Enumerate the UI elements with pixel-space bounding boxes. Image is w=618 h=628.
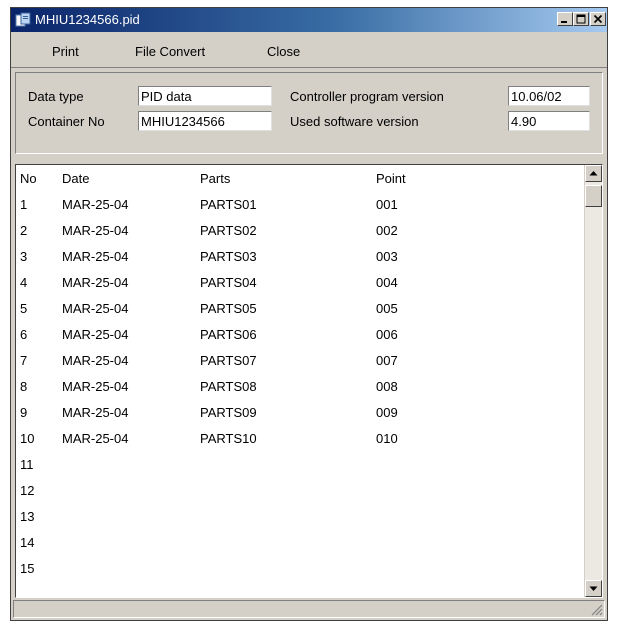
scroll-thumb[interactable] <box>585 185 602 207</box>
arrow-down-icon <box>589 586 598 591</box>
resize-grip-icon[interactable] <box>589 602 603 616</box>
status-bar <box>13 600 605 618</box>
row-no: 14 <box>20 535 35 550</box>
row-date: MAR-25-04 <box>62 379 129 394</box>
list-header: No Date Parts Point <box>16 171 586 191</box>
app-document-icon <box>15 12 31 27</box>
controller-version-label: Controller program version <box>290 89 444 104</box>
row-parts: PARTS07 <box>200 353 257 368</box>
row-point: 001 <box>376 197 398 212</box>
software-version-label: Used software version <box>290 114 419 129</box>
column-header-point[interactable]: Point <box>376 171 406 186</box>
list-rows: 1 MAR-25-04 PARTS01 001 2 MAR-25-04 PARTS02 002… <box>16 197 586 587</box>
row-parts: PARTS06 <box>200 327 257 342</box>
row-no: 12 <box>20 483 35 498</box>
row-no: 5 <box>20 301 28 316</box>
row-no: 1 <box>20 197 28 212</box>
menu-file-convert[interactable]: File Convert <box>135 44 205 59</box>
row-no: 11 <box>20 457 34 472</box>
row-parts: PARTS08 <box>200 379 257 394</box>
column-header-date[interactable]: Date <box>62 171 89 186</box>
table-row[interactable]: 5 MAR-25-04 PARTS05 005 <box>16 301 586 327</box>
table-row[interactable]: 8 MAR-25-04 PARTS08 008 <box>16 379 586 405</box>
data-type-label: Data type <box>28 89 84 104</box>
row-date: MAR-25-04 <box>62 327 129 342</box>
minimize-icon <box>561 21 567 23</box>
pid-viewer-window: MHIU1234566.pid Print File Convert Close… <box>10 7 608 621</box>
vertical-scrollbar[interactable] <box>584 165 602 597</box>
row-point: 006 <box>376 327 398 342</box>
window-title: MHIU1234566.pid <box>35 12 140 27</box>
row-point: 010 <box>376 431 398 446</box>
row-no: 13 <box>20 509 35 524</box>
menu-print[interactable]: Print <box>52 44 79 59</box>
row-parts: PARTS10 <box>200 431 257 446</box>
close-button[interactable] <box>590 12 606 26</box>
row-no: 4 <box>20 275 28 290</box>
maximize-button[interactable] <box>573 12 589 26</box>
row-parts: PARTS03 <box>200 249 257 264</box>
scroll-down-button[interactable] <box>585 580 602 597</box>
table-row[interactable]: 13 <box>16 509 586 535</box>
table-row[interactable]: 3 MAR-25-04 PARTS03 003 <box>16 249 586 275</box>
table-row[interactable]: 9 MAR-25-04 PARTS09 009 <box>16 405 586 431</box>
table-row[interactable]: 1 MAR-25-04 PARTS01 001 <box>16 197 586 223</box>
table-row[interactable]: 11 <box>16 457 586 483</box>
row-no: 2 <box>20 223 28 238</box>
title-bar[interactable]: MHIU1234566.pid <box>11 8 607 32</box>
row-date: MAR-25-04 <box>62 223 129 238</box>
row-point: 002 <box>376 223 398 238</box>
row-point: 009 <box>376 405 398 420</box>
row-parts: PARTS02 <box>200 223 257 238</box>
table-row[interactable]: 7 MAR-25-04 PARTS07 007 <box>16 353 586 379</box>
table-row[interactable]: 10 MAR-25-04 PARTS10 010 <box>16 431 586 457</box>
row-date: MAR-25-04 <box>62 301 129 316</box>
row-date: MAR-25-04 <box>62 431 129 446</box>
menu-bar: Print File Convert Close <box>11 32 607 68</box>
table-row[interactable]: 15 <box>16 561 586 587</box>
table-row[interactable]: 12 <box>16 483 586 509</box>
row-date: MAR-25-04 <box>62 249 129 264</box>
arrow-up-icon <box>589 171 598 176</box>
row-no: 15 <box>20 561 35 576</box>
table-row[interactable]: 14 <box>16 535 586 561</box>
table-row[interactable]: 6 MAR-25-04 PARTS06 006 <box>16 327 586 353</box>
row-point: 004 <box>376 275 398 290</box>
data-type-field[interactable]: PID data <box>138 86 272 106</box>
scroll-up-button[interactable] <box>585 165 602 182</box>
column-header-no[interactable]: No <box>20 171 37 186</box>
controller-version-field[interactable]: 10.06/02 <box>508 86 590 106</box>
row-no: 6 <box>20 327 28 342</box>
row-parts: PARTS09 <box>200 405 257 420</box>
row-parts: PARTS05 <box>200 301 257 316</box>
table-row[interactable]: 4 MAR-25-04 PARTS04 004 <box>16 275 586 301</box>
row-date: MAR-25-04 <box>62 197 129 212</box>
menu-close[interactable]: Close <box>267 44 300 59</box>
row-date: MAR-25-04 <box>62 405 129 420</box>
parts-list[interactable]: No Date Parts Point 1 MAR-25-04 PARTS01 001… <box>15 164 603 598</box>
maximize-icon <box>576 14 586 24</box>
row-parts: PARTS01 <box>200 197 257 212</box>
row-no: 9 <box>20 405 28 420</box>
row-no: 3 <box>20 249 28 264</box>
row-point: 007 <box>376 353 398 368</box>
software-version-field[interactable]: 4.90 <box>508 111 590 131</box>
row-parts: PARTS04 <box>200 275 257 290</box>
row-no: 8 <box>20 379 28 394</box>
minimize-button[interactable] <box>557 12 573 26</box>
row-date: MAR-25-04 <box>62 275 129 290</box>
row-point: 003 <box>376 249 398 264</box>
row-point: 005 <box>376 301 398 316</box>
close-icon <box>593 14 603 24</box>
file-info-panel: Data type PID data Container No MHIU1234… <box>15 72 603 154</box>
row-no: 7 <box>20 353 28 368</box>
table-row[interactable]: 2 MAR-25-04 PARTS02 002 <box>16 223 586 249</box>
container-no-label: Container No <box>28 114 105 129</box>
row-no: 10 <box>20 431 35 446</box>
column-header-parts[interactable]: Parts <box>200 171 230 186</box>
container-no-field[interactable]: MHIU1234566 <box>138 111 272 131</box>
row-date: MAR-25-04 <box>62 353 129 368</box>
row-point: 008 <box>376 379 398 394</box>
